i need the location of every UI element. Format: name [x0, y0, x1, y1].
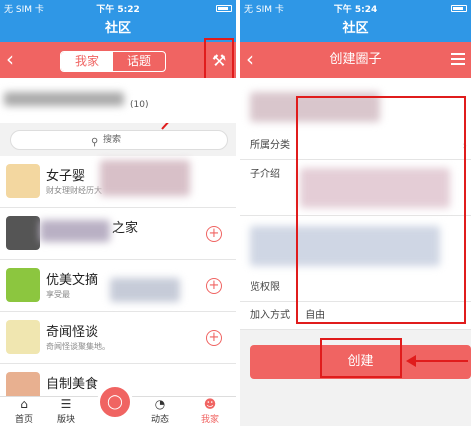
- avatar: [6, 216, 40, 250]
- intro-label: 子介绍: [250, 169, 280, 180]
- item-title: 之家: [112, 221, 139, 236]
- avatar: [6, 164, 40, 198]
- nav-bar: 创建圈子 ‹: [240, 42, 471, 78]
- activity-icon: ◔: [154, 397, 166, 411]
- join-label: 加入方式: [250, 310, 290, 321]
- search-icon: ⚲: [91, 137, 99, 148]
- item-title: 女子婴: [46, 169, 86, 184]
- search-input[interactable]: ⚲ 搜索: [10, 130, 228, 150]
- item-title: 优美文摘: [46, 273, 99, 288]
- nav-bar: ‹ 我家 话题 ⚒: [0, 42, 236, 78]
- circle-count: (10): [130, 100, 149, 110]
- highlight-create: [320, 338, 402, 378]
- tab-board-label: 版块: [56, 415, 75, 425]
- category-label: 所属分类: [250, 140, 290, 151]
- app-title: 社区: [240, 16, 471, 42]
- back-chevron-icon[interactable]: ‹: [6, 48, 26, 72]
- item-title: 奇闻怪谈: [46, 325, 99, 340]
- list-item[interactable]: 奇闻怪谈 奇闻怪谈聚集地。 +: [0, 312, 236, 364]
- lightbulb-icon[interactable]: ◯: [97, 384, 133, 420]
- highlight-form: [296, 96, 466, 324]
- blurred-region: [4, 92, 124, 106]
- avatar: [6, 320, 40, 354]
- clock: 下午 5:24: [333, 4, 378, 15]
- leaf-icon: [6, 268, 40, 302]
- list-item[interactable]: 女子婴 财女理财经历大: [0, 156, 236, 208]
- home-icon: ⌂: [20, 397, 28, 411]
- tab-board[interactable]: ☰ 版块: [46, 397, 86, 426]
- right-screen: 无 SIM 卡 下午 5:24 社区 创建圈子 ‹ 所属分类 › 子介绍 览权限…: [240, 0, 471, 426]
- tab-home-label: 首页: [14, 415, 33, 425]
- tab-news-label: 动态: [150, 415, 169, 425]
- item-subtitle: 奇闻怪谈聚集地。: [46, 342, 110, 351]
- my-circles-header: [0, 78, 236, 123]
- left-screen: 无 SIM 卡 下午 5:22 社区 ‹ 我家 话题 ⚒ (10) ⚲ 搜索 女…: [0, 0, 236, 426]
- plus-circle-icon[interactable]: +: [206, 278, 222, 294]
- clock: 下午 5:22: [96, 4, 140, 15]
- person-icon: ☻: [203, 397, 217, 411]
- battery-icon: [451, 4, 467, 12]
- plus-circle-icon[interactable]: +: [206, 226, 222, 242]
- menu-icon[interactable]: [451, 53, 465, 65]
- permission-label: 览权限: [250, 282, 280, 293]
- tab-topic[interactable]: 话题: [113, 52, 165, 71]
- list-item[interactable]: 优美文摘 享受最 +: [0, 260, 236, 312]
- tab-me-label: 我家: [200, 415, 219, 425]
- tab-mine[interactable]: 我家: [61, 52, 113, 71]
- plus-circle-icon[interactable]: +: [206, 330, 222, 346]
- search-placeholder: 搜索: [103, 135, 122, 145]
- list-icon: ☰: [60, 397, 72, 411]
- segment-control: 我家 话题: [60, 51, 166, 72]
- arrow-head: [406, 355, 416, 367]
- page-title: 创建圈子: [329, 52, 382, 67]
- battery-icon: [216, 4, 232, 12]
- annotation-arrow: [410, 360, 468, 362]
- back-chevron-icon[interactable]: ‹: [246, 48, 266, 72]
- tab-me[interactable]: ☻ 我家: [190, 397, 230, 426]
- item-subtitle: 享受最: [46, 290, 70, 299]
- item-subtitle: 财女理财经历大: [46, 186, 102, 195]
- tab-news[interactable]: ◔ 动态: [140, 397, 180, 426]
- status-bar: 无 SIM 卡 下午 5:22: [0, 0, 236, 16]
- blurred-region: [40, 220, 110, 242]
- status-bar: 无 SIM 卡 下午 5:24: [240, 0, 471, 16]
- blurred-region: [100, 160, 190, 196]
- tab-home[interactable]: ⌂ 首页: [4, 397, 44, 426]
- list-item[interactable]: 之家 +: [0, 208, 236, 260]
- item-title: 自制美食: [46, 377, 99, 392]
- blurred-region: [110, 278, 180, 302]
- app-title: 社区: [0, 16, 236, 42]
